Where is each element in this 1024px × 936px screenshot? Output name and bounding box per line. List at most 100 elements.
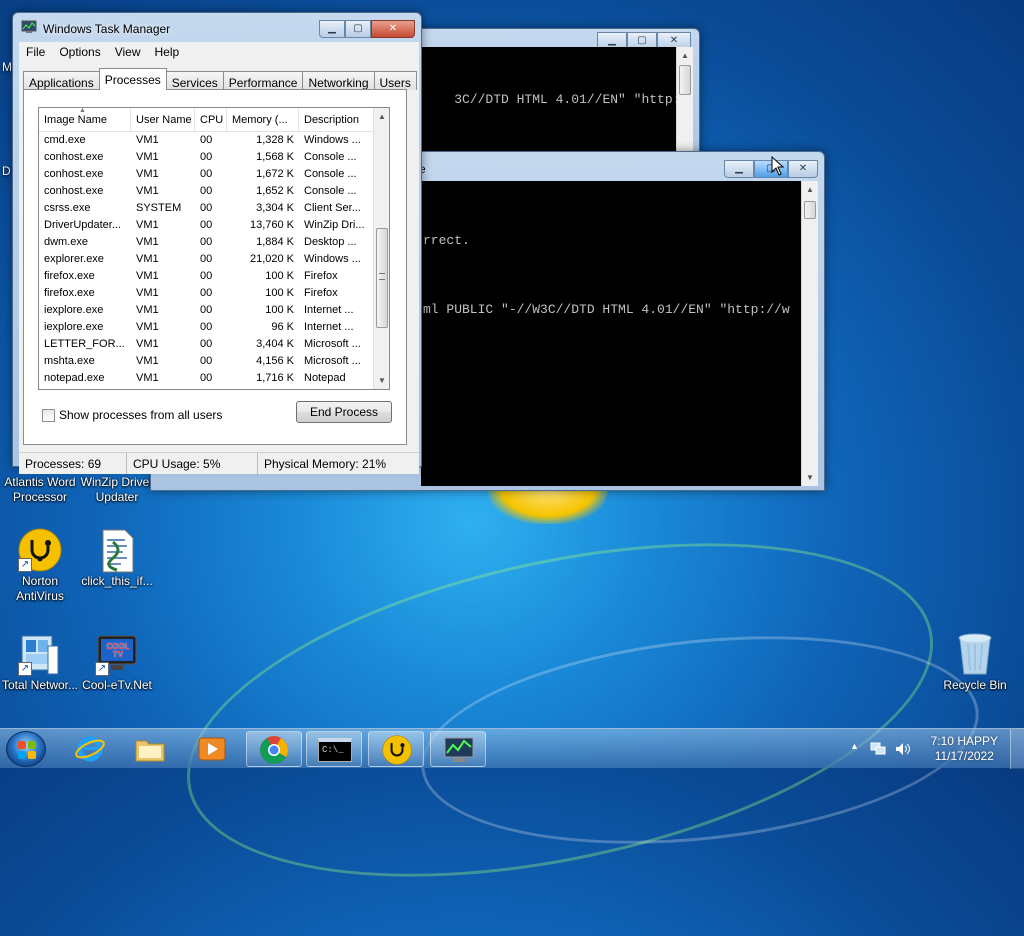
tab-performance[interactable]: Performance (222, 71, 304, 90)
column-header-description[interactable]: Description (299, 108, 373, 131)
scroll-thumb[interactable] (804, 201, 816, 219)
desktop-icon-click-this[interactable]: click_this_if... (77, 528, 157, 589)
scroll-up-arrow-icon[interactable]: ▲ (802, 181, 818, 198)
task-manager-icon (444, 737, 474, 762)
table-row[interactable]: explorer.exe VM1 00 21,020 K Windows ... (39, 251, 389, 268)
cell-image-name: mshta.exe (44, 355, 95, 367)
end-process-button[interactable]: End Process (296, 401, 392, 423)
desktop-icon-recycle-bin[interactable]: Recycle Bin (935, 632, 1015, 693)
menu-help[interactable]: Help (148, 42, 187, 62)
table-row[interactable]: notepad.exe VM1 00 1,716 K Notepad (39, 370, 389, 387)
close-button[interactable]: ✕ (371, 20, 415, 38)
minimize-button[interactable]: ▁ (319, 20, 345, 38)
column-header-memory[interactable]: Memory (... (227, 108, 299, 131)
desktop-icon-cool-etv[interactable]: COOL TV ↗ Cool-eTv.Net (77, 632, 157, 693)
cell-image-name: LETTER_FOR... (44, 338, 125, 350)
shortcut-arrow-icon: ↗ (18, 662, 32, 676)
mouse-cursor-icon (771, 156, 785, 176)
desktop-edge-label: D (2, 164, 11, 178)
show-hidden-icons-icon[interactable]: ▲ (850, 741, 859, 751)
cell-user-name: VM1 (136, 185, 159, 197)
cell-user-name: VM1 (136, 355, 159, 367)
table-row[interactable]: csrss.exe SYSTEM 00 3,304 K Client Ser... (39, 200, 389, 217)
table-row[interactable]: iexplore.exe VM1 00 100 K Internet ... (39, 302, 389, 319)
column-header-image-name[interactable]: ▲ Image Name (39, 108, 131, 131)
shortcut-arrow-icon: ↗ (18, 558, 32, 572)
taskbar-windows-explorer[interactable] (122, 731, 178, 767)
console-front-scrollbar[interactable]: ▲ ▼ (801, 181, 818, 486)
table-row[interactable]: mshta.exe VM1 00 4,156 K Microsoft ... (39, 353, 389, 370)
table-row[interactable]: conhost.exe VM1 00 1,568 K Console ... (39, 149, 389, 166)
menu-view[interactable]: View (108, 42, 148, 62)
tab-users[interactable]: Users (373, 71, 417, 90)
cell-cpu: 00 (200, 219, 213, 231)
scroll-up-arrow-icon[interactable]: ▲ (374, 108, 389, 125)
process-list[interactable]: ▲ Image Name User Name CPU Memory (... D… (38, 107, 390, 390)
desktop-icon-label: Total Networ... (1, 678, 79, 692)
tab-applications[interactable]: Applications (23, 71, 100, 90)
column-header-cpu[interactable]: CPU (195, 108, 227, 131)
cell-cpu: 00 (200, 270, 213, 282)
cool-tv-logo: COOL TV (106, 642, 130, 659)
table-row[interactable]: cmd.exe VM1 00 1,328 K Windows ... (39, 132, 389, 149)
task-manager-titlebar[interactable]: Windows Task Manager ▁ ▢ ✕ (13, 13, 421, 41)
cell-description: Client Ser... (304, 202, 361, 214)
scroll-down-arrow-icon[interactable]: ▼ (802, 469, 818, 486)
table-row[interactable]: firefox.exe VM1 00 100 K Firefox (39, 268, 389, 285)
desktop-icon-atlantis[interactable]: Atlantis Word Processor (0, 475, 80, 505)
table-row[interactable]: LETTER_FOR... VM1 00 3,404 K Microsoft ... (39, 336, 389, 353)
close-button[interactable]: ✕ (788, 160, 818, 178)
show-desktop-button[interactable] (1010, 729, 1024, 769)
scroll-up-arrow-icon[interactable]: ▲ (677, 47, 693, 64)
table-row[interactable]: conhost.exe VM1 00 1,652 K Console ... (39, 183, 389, 200)
task-manager-statusbar: Processes: 69 CPU Usage: 5% Physical Mem… (19, 452, 419, 474)
tab-services[interactable]: Services (165, 71, 224, 90)
network-icon[interactable] (870, 741, 886, 757)
cell-memory: 1,672 K (256, 168, 294, 180)
taskbar-clock[interactable]: 7:10 HAPPY 11/17/2022 (931, 734, 998, 764)
cell-description: Internet ... (304, 321, 354, 333)
cell-memory: 100 K (265, 304, 294, 316)
cell-image-name: firefox.exe (44, 287, 95, 299)
script-file-icon (95, 528, 139, 573)
sort-ascending-icon: ▲ (79, 108, 86, 114)
cell-cpu: 00 (200, 185, 213, 197)
folder-icon (135, 740, 165, 762)
task-manager-window[interactable]: Windows Task Manager ▁ ▢ ✕ File Options … (12, 12, 422, 474)
desktop-icon-total-network[interactable]: ↗ Total Networ... (0, 632, 80, 693)
desktop-icon-winzip-driver-updater[interactable]: WinZip Driver Updater (77, 475, 157, 505)
column-header-user-name[interactable]: User Name (131, 108, 195, 131)
table-row[interactable]: iexplore.exe VM1 00 96 K Internet ... (39, 319, 389, 336)
taskbar-command-prompt[interactable]: C:\_ (306, 731, 362, 767)
scroll-down-arrow-icon[interactable]: ▼ (374, 372, 389, 389)
desktop-icon-norton[interactable]: ↗ Norton AntiVirus (0, 528, 80, 604)
tab-networking[interactable]: Networking (302, 71, 375, 90)
tv-icon: COOL TV ↗ (95, 632, 139, 676)
tab-processes[interactable]: Processes (98, 68, 167, 90)
taskbar-task-manager[interactable] (430, 731, 486, 767)
menu-options[interactable]: Options (52, 42, 107, 62)
scroll-thumb[interactable] (679, 65, 691, 95)
table-row[interactable]: conhost.exe VM1 00 1,672 K Console ... (39, 166, 389, 183)
checkbox-box[interactable] (42, 408, 55, 422)
table-row[interactable]: dwm.exe VM1 00 1,884 K Desktop ... (39, 234, 389, 251)
scroll-thumb[interactable] (376, 228, 388, 328)
taskbar-norton[interactable] (368, 731, 424, 767)
maximize-button[interactable]: ▢ (345, 20, 371, 38)
volume-icon[interactable] (894, 741, 910, 757)
task-manager-title: Windows Task Manager (43, 22, 171, 36)
minimize-button[interactable]: ▁ (724, 160, 754, 178)
menu-file[interactable]: File (19, 42, 52, 62)
cell-memory: 1,884 K (256, 236, 294, 248)
cell-memory: 1,716 K (256, 372, 294, 384)
start-button[interactable] (6, 731, 46, 767)
table-row[interactable]: DriverUpdater... VM1 00 13,760 K WinZip Dri.… (39, 217, 389, 234)
table-row[interactable]: firefox.exe VM1 00 100 K Firefox (39, 285, 389, 302)
taskbar-internet-explorer[interactable] (62, 731, 118, 767)
desktop-icon-label: Recycle Bin (943, 678, 1007, 692)
taskbar-chrome[interactable] (246, 731, 302, 767)
taskbar-media-player[interactable] (184, 731, 240, 767)
show-all-processes-checkbox[interactable]: Show processes from all users (42, 408, 222, 422)
process-list-scrollbar[interactable]: ▲ ▼ (373, 108, 389, 389)
system-tray: ▲ 7:10 HAPPY 11/17/2022 (848, 729, 1024, 769)
